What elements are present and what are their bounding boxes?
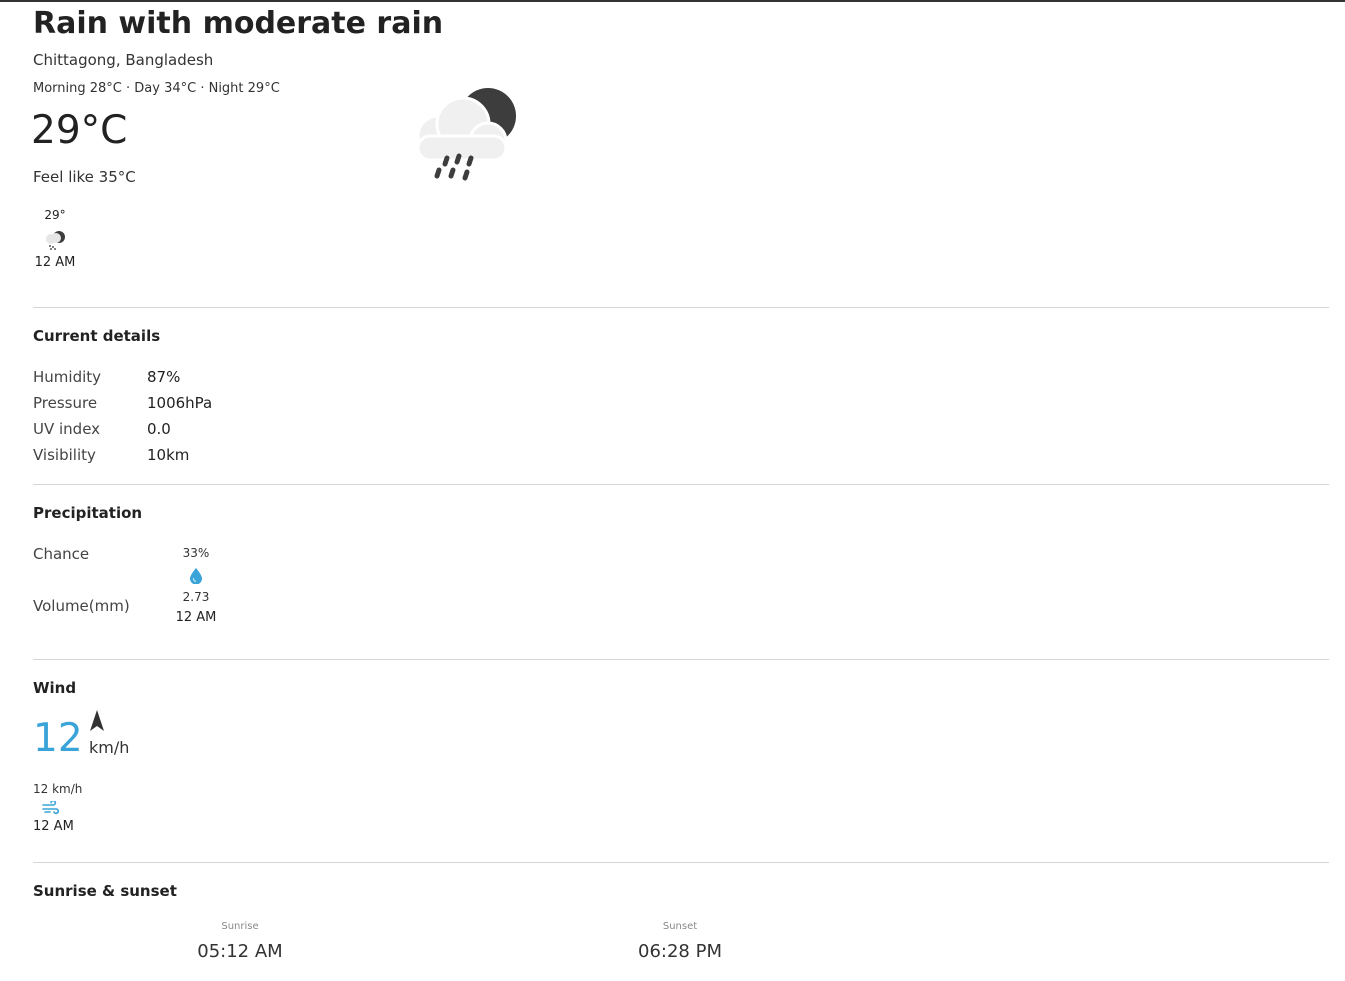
wind-hour-speed: 12 km/h [33, 782, 83, 796]
location-label: Chittagong, Bangladesh [33, 51, 214, 69]
visibility-value: 10km [147, 446, 190, 464]
hourly-time: 12 AM [34, 255, 76, 270]
precipitation-hour-item: 33% 2.73 12 AM [172, 546, 220, 625]
humidity-label: Humidity [33, 368, 102, 386]
current-temperature: 29°C [31, 108, 128, 153]
rain-night-cloud-icon [416, 88, 516, 181]
daily-temperatures: Morning 28°C · Day 34°C · Night 29°C [33, 81, 280, 96]
top-border [0, 0, 1345, 2]
wind-hour-item: 12 km/h 12 AM [33, 782, 93, 834]
sunrise-label: Sunrise [221, 921, 259, 932]
page-title: Rain with moderate rain [33, 6, 444, 41]
precipitation-volume: 2.73 [182, 590, 210, 604]
pressure-value: 1006hPa [147, 394, 213, 412]
sunrise-time: 05:12 AM [197, 941, 283, 962]
pressure-label: Pressure [33, 394, 98, 412]
volume-label: Volume(mm) [33, 597, 130, 615]
sunrise-sunset-title: Sunrise & sunset [33, 882, 177, 900]
current-details-title: Current details [33, 327, 161, 345]
feels-like-temperature: Feel like 35°C [33, 168, 136, 186]
wind-title: Wind [33, 679, 77, 697]
precipitation-title: Precipitation [33, 504, 143, 522]
rain-night-small-icon [46, 231, 65, 250]
section-divider [33, 484, 1329, 485]
hourly-forecast-item: 29° 12 AM [33, 208, 77, 270]
uv-index-label: UV index [33, 420, 101, 438]
wind-speed-unit: km/h [89, 738, 130, 757]
wind-icon [42, 801, 60, 815]
wind-hour-time: 12 AM [33, 819, 74, 834]
section-divider [33, 307, 1329, 308]
precipitation-chance: 33% [182, 546, 210, 560]
section-divider [33, 862, 1329, 863]
section-divider [33, 659, 1329, 660]
sunset-time: 06:28 PM [638, 941, 722, 962]
hourly-temperature: 29° [44, 208, 66, 222]
chance-label: Chance [33, 545, 90, 563]
water-drop-icon [190, 568, 202, 584]
sunset-label: Sunset [662, 921, 698, 932]
precipitation-time: 12 AM [175, 610, 217, 625]
navigation-arrow-icon [90, 710, 104, 731]
uv-index-value: 0.0 [147, 420, 171, 438]
humidity-value: 87% [147, 368, 181, 386]
wind-speed-value: 12 [33, 716, 83, 761]
visibility-label: Visibility [33, 446, 96, 464]
